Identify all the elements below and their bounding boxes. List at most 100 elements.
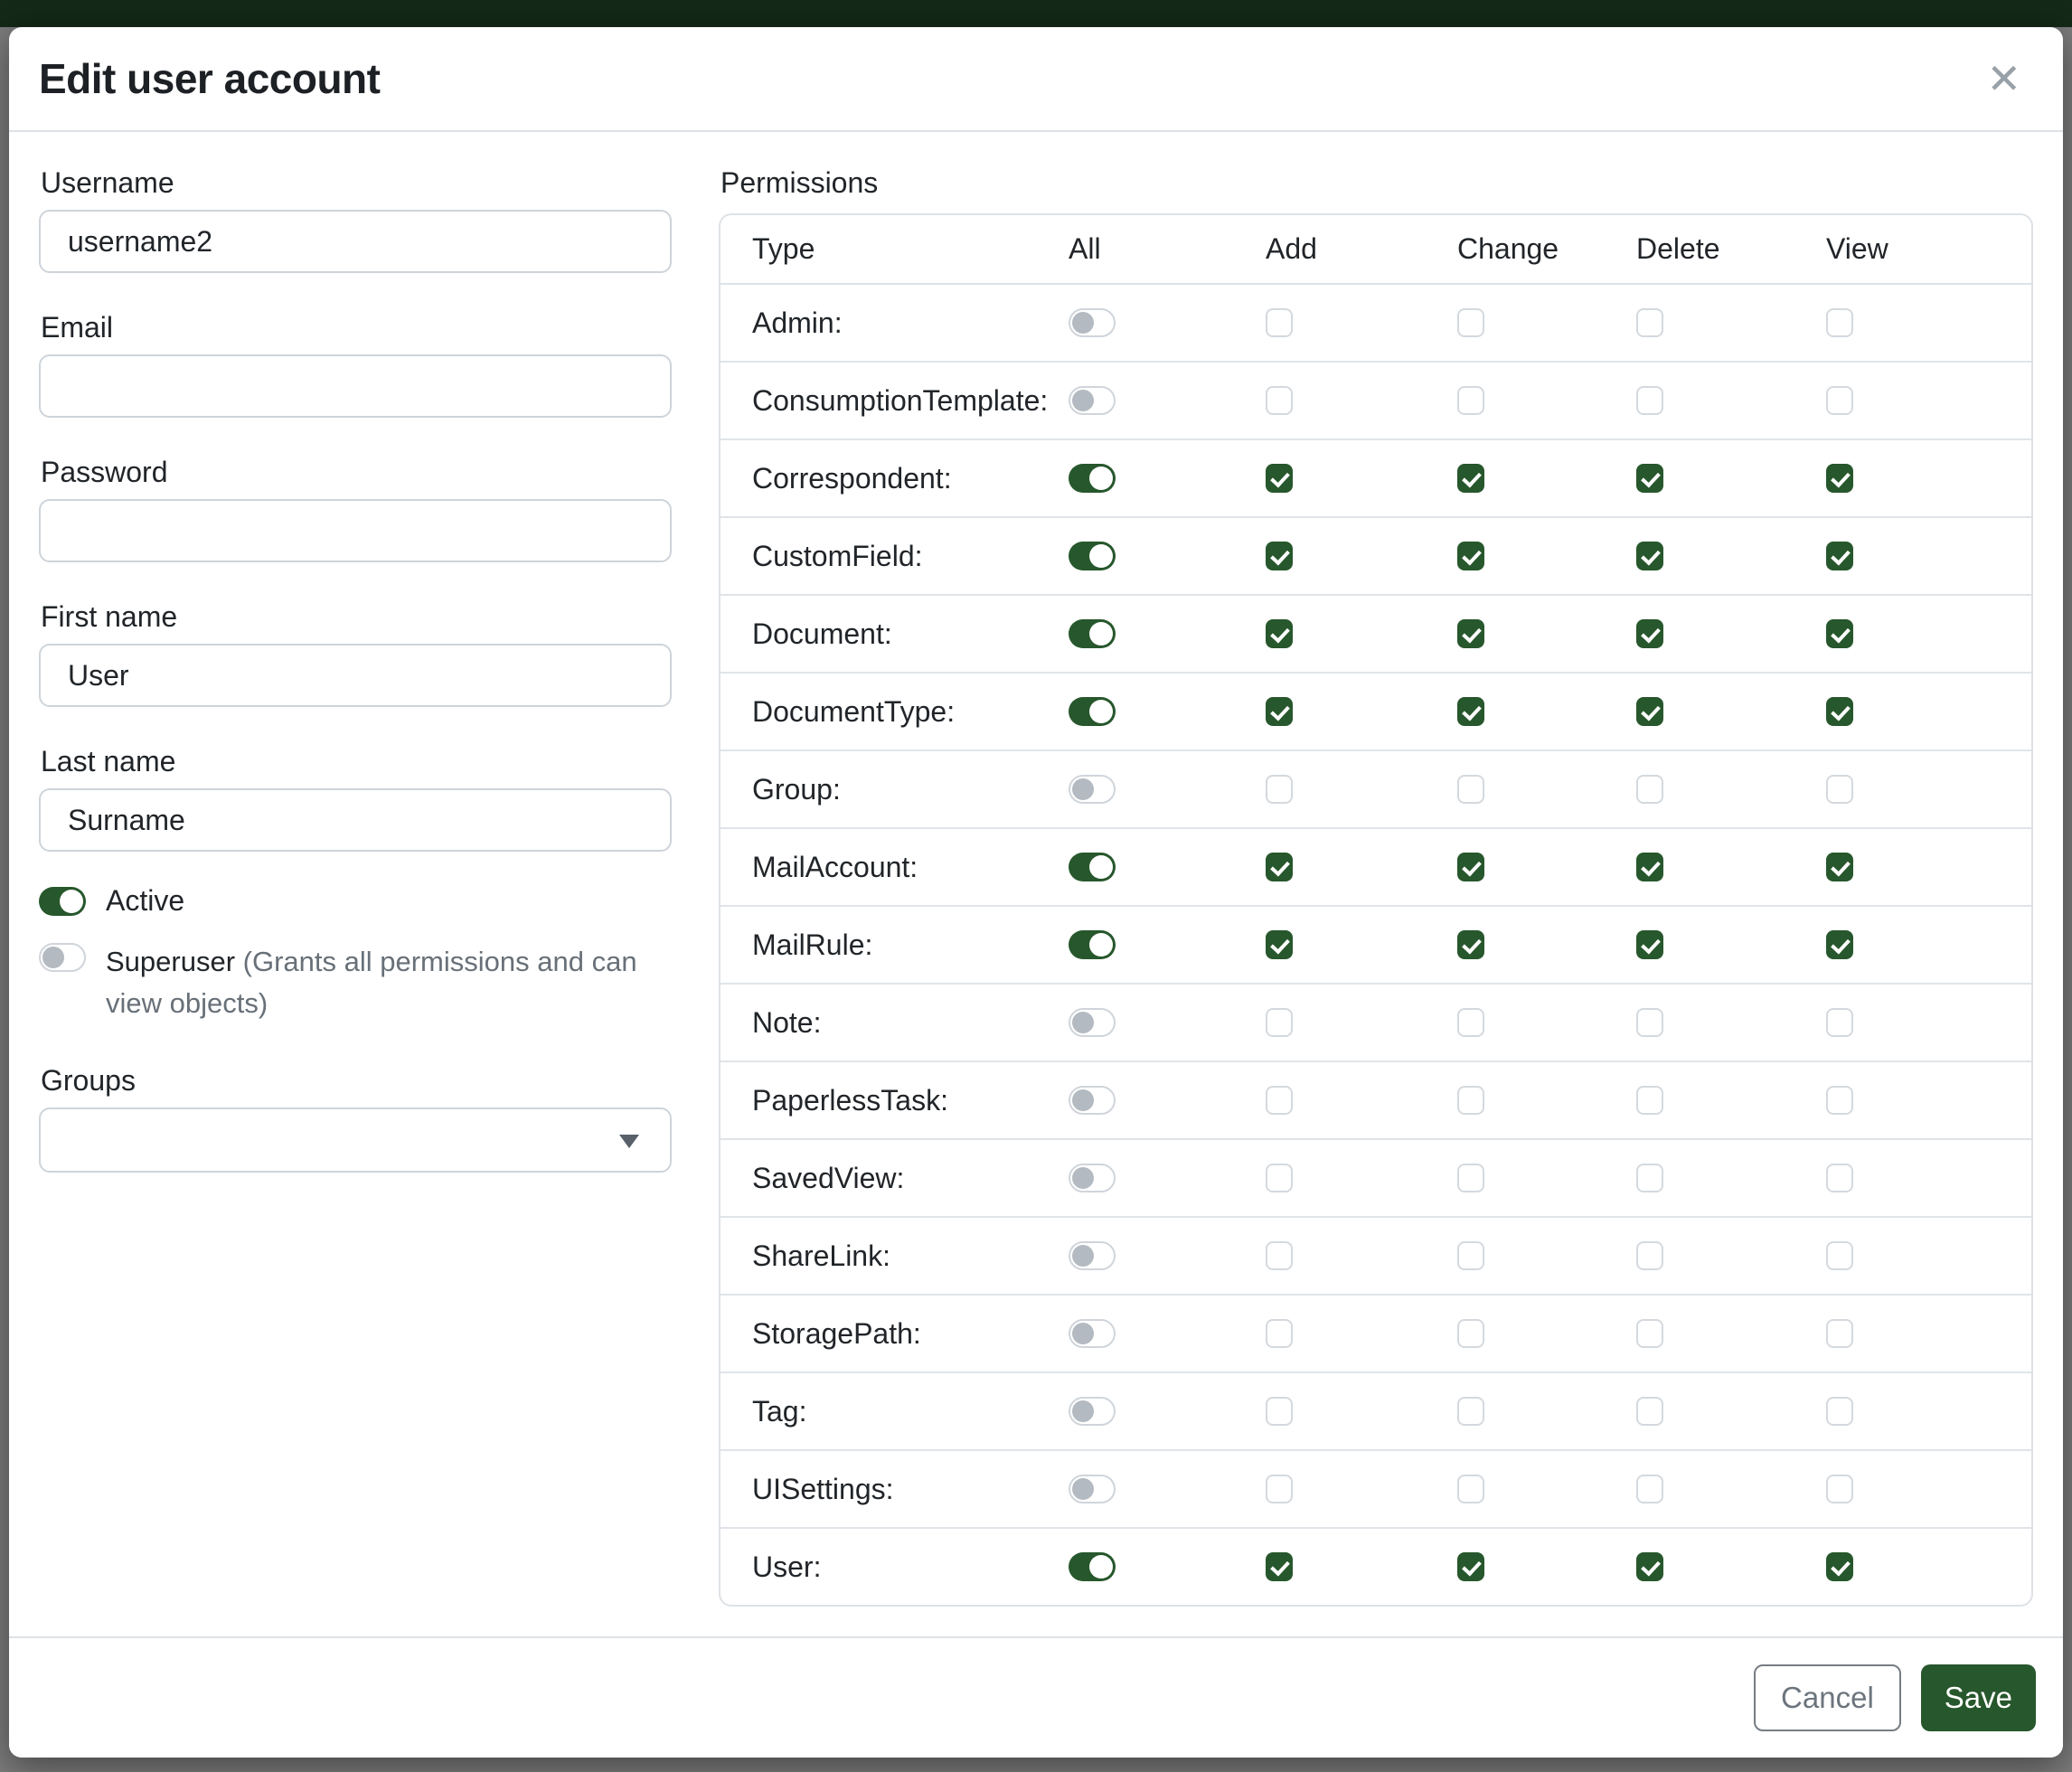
permission-all-toggle[interactable] (1069, 1397, 1116, 1426)
permission-all-toggle[interactable] (1069, 464, 1116, 493)
permission-delete-checkbox[interactable] (1636, 1397, 1663, 1426)
permission-change-checkbox[interactable] (1457, 1475, 1484, 1503)
permission-add-checkbox[interactable] (1266, 1086, 1293, 1115)
permission-view-checkbox[interactable] (1826, 1241, 1853, 1270)
permission-all-toggle[interactable] (1069, 308, 1116, 337)
groups-select[interactable] (39, 1108, 672, 1173)
password-field[interactable] (39, 499, 672, 562)
permission-all-toggle[interactable] (1069, 930, 1116, 959)
superuser-toggle[interactable] (39, 943, 86, 972)
permission-change-checkbox[interactable] (1457, 775, 1484, 804)
permission-delete-checkbox[interactable] (1636, 697, 1663, 726)
permission-all-toggle[interactable] (1069, 775, 1116, 804)
permission-add-checkbox[interactable] (1266, 1164, 1293, 1192)
permission-view-checkbox[interactable] (1826, 1475, 1853, 1503)
permission-change-checkbox[interactable] (1457, 619, 1484, 648)
permission-add-checkbox[interactable] (1266, 1241, 1293, 1270)
cancel-button[interactable]: Cancel (1754, 1664, 1901, 1731)
permission-delete-checkbox[interactable] (1636, 1552, 1663, 1581)
permission-all-toggle[interactable] (1069, 1552, 1116, 1581)
permission-view-checkbox[interactable] (1826, 775, 1853, 804)
permission-all-toggle[interactable] (1069, 1086, 1116, 1115)
permission-view-checkbox[interactable] (1826, 697, 1853, 726)
permission-change-checkbox[interactable] (1457, 1397, 1484, 1426)
permission-change-checkbox[interactable] (1457, 1164, 1484, 1192)
permission-change-checkbox[interactable] (1457, 1086, 1484, 1115)
permission-view-checkbox[interactable] (1826, 1164, 1853, 1192)
permission-add-checkbox[interactable] (1266, 1008, 1293, 1037)
permission-add-checkbox[interactable] (1266, 619, 1293, 648)
permission-change-checkbox[interactable] (1457, 386, 1484, 415)
permission-delete-checkbox[interactable] (1636, 464, 1663, 493)
permission-delete-checkbox[interactable] (1636, 1475, 1663, 1503)
permission-view-checkbox[interactable] (1826, 619, 1853, 648)
permission-add-checkbox[interactable] (1266, 775, 1293, 804)
permission-change-checkbox[interactable] (1457, 542, 1484, 570)
permission-add-checkbox[interactable] (1266, 308, 1293, 337)
save-button[interactable]: Save (1921, 1664, 2036, 1731)
email-field[interactable] (39, 354, 672, 418)
permission-all-toggle[interactable] (1069, 386, 1116, 415)
active-toggle[interactable] (39, 887, 86, 916)
permission-view-checkbox[interactable] (1826, 1008, 1853, 1037)
permission-view-checkbox[interactable] (1826, 1319, 1853, 1348)
permission-view-checkbox[interactable] (1826, 853, 1853, 881)
permission-change-checkbox[interactable] (1457, 1552, 1484, 1581)
permission-all-toggle[interactable] (1069, 853, 1116, 881)
permission-delete-checkbox[interactable] (1636, 1008, 1663, 1037)
permission-row: PaperlessTask: (720, 1061, 2031, 1139)
permission-all-toggle[interactable] (1069, 697, 1116, 726)
permission-view-checkbox[interactable] (1826, 1086, 1853, 1115)
permission-add-checkbox[interactable] (1266, 1319, 1293, 1348)
permission-add-checkbox[interactable] (1266, 1475, 1293, 1503)
permission-view-checkbox[interactable] (1826, 542, 1853, 570)
permission-view-checkbox[interactable] (1826, 386, 1853, 415)
permission-change-checkbox[interactable] (1457, 464, 1484, 493)
permission-add-checkbox[interactable] (1266, 386, 1293, 415)
permission-delete-checkbox[interactable] (1636, 775, 1663, 804)
permission-add-checkbox[interactable] (1266, 853, 1293, 881)
permission-add-checkbox[interactable] (1266, 697, 1293, 726)
permission-delete-checkbox[interactable] (1636, 542, 1663, 570)
permission-change-checkbox[interactable] (1457, 697, 1484, 726)
permission-change-checkbox[interactable] (1457, 1319, 1484, 1348)
permission-all-toggle[interactable] (1069, 1164, 1116, 1192)
permission-view-checkbox[interactable] (1826, 1552, 1853, 1581)
permission-add-checkbox[interactable] (1266, 1552, 1293, 1581)
first-name-field[interactable] (39, 644, 672, 707)
superuser-label: Superuser (106, 946, 235, 977)
permission-view-checkbox[interactable] (1826, 308, 1853, 337)
permission-change-checkbox[interactable] (1457, 853, 1484, 881)
permission-view-checkbox[interactable] (1826, 930, 1853, 959)
permission-delete-checkbox[interactable] (1636, 930, 1663, 959)
permission-all-toggle[interactable] (1069, 1241, 1116, 1270)
permission-all-toggle[interactable] (1069, 619, 1116, 648)
permission-view-checkbox[interactable] (1826, 1397, 1853, 1426)
permission-add-checkbox[interactable] (1266, 542, 1293, 570)
permission-all-toggle[interactable] (1069, 1475, 1116, 1503)
permission-delete-checkbox[interactable] (1636, 1086, 1663, 1115)
permission-delete-checkbox[interactable] (1636, 853, 1663, 881)
email-label: Email (41, 311, 672, 344)
permission-change-checkbox[interactable] (1457, 930, 1484, 959)
close-icon[interactable]: ✕ (1986, 58, 2021, 99)
permission-add-checkbox[interactable] (1266, 464, 1293, 493)
permission-delete-checkbox[interactable] (1636, 1319, 1663, 1348)
permission-add-checkbox[interactable] (1266, 930, 1293, 959)
username-field[interactable] (39, 210, 672, 273)
permission-all-toggle[interactable] (1069, 1319, 1116, 1348)
permission-delete-checkbox[interactable] (1636, 308, 1663, 337)
permission-add-checkbox[interactable] (1266, 1397, 1293, 1426)
permission-delete-checkbox[interactable] (1636, 619, 1663, 648)
permission-delete-checkbox[interactable] (1636, 1164, 1663, 1192)
permission-change-checkbox[interactable] (1457, 308, 1484, 337)
permission-delete-checkbox[interactable] (1636, 1241, 1663, 1270)
permission-change-checkbox[interactable] (1457, 1008, 1484, 1037)
permissions-table: Type All Add Change Delete View Admin:Co… (720, 215, 2031, 1605)
last-name-field[interactable] (39, 788, 672, 852)
permission-all-toggle[interactable] (1069, 1008, 1116, 1037)
permission-view-checkbox[interactable] (1826, 464, 1853, 493)
permission-change-checkbox[interactable] (1457, 1241, 1484, 1270)
permission-delete-checkbox[interactable] (1636, 386, 1663, 415)
permission-all-toggle[interactable] (1069, 542, 1116, 570)
